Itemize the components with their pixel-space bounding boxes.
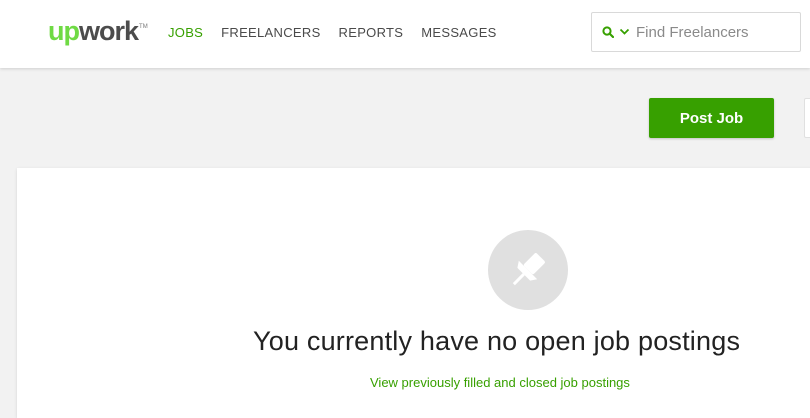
post-job-button[interactable]: Post Job: [649, 98, 774, 138]
pushpin-icon: [488, 230, 568, 310]
top-header: up work TM JOBS FREELANCERS REPORTS MESS…: [0, 0, 810, 68]
nav-item-messages[interactable]: MESSAGES: [421, 24, 496, 42]
search-icon: [602, 26, 614, 38]
logo-work-text: work: [79, 16, 139, 46]
nav-item-jobs[interactable]: JOBS: [168, 24, 203, 42]
job-postings-panel: You currently have no open job postings …: [17, 168, 810, 418]
nav-item-freelancers[interactable]: FREELANCERS: [221, 24, 320, 42]
empty-state-title: You currently have no open job postings: [253, 326, 741, 356]
logo-up-text: up: [48, 16, 80, 46]
view-closed-postings-link[interactable]: View previously filled and closed job po…: [370, 375, 630, 390]
chevron-down-icon: [619, 28, 630, 35]
search-type-dropdown[interactable]: [592, 13, 630, 51]
logo-trademark: TM: [139, 24, 148, 30]
main-nav: JOBS FREELANCERS REPORTS MESSAGES: [168, 24, 515, 42]
search-input[interactable]: [634, 22, 784, 42]
upwork-logo[interactable]: up work TM: [48, 14, 148, 48]
secondary-action-button[interactable]: [804, 98, 810, 138]
nav-item-reports[interactable]: REPORTS: [339, 24, 404, 42]
search-box: [591, 12, 801, 52]
